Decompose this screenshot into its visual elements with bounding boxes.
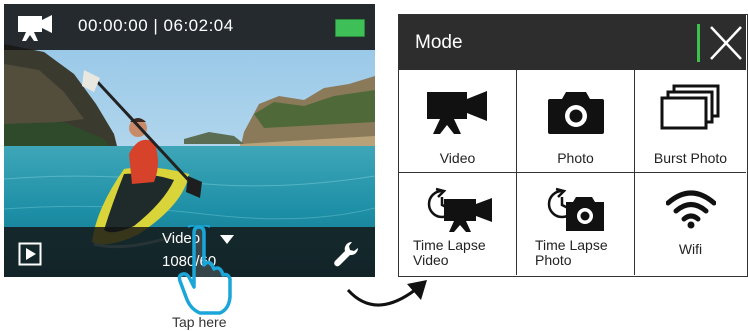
mode-option-time-lapse-video[interactable]: Time Lapse Video	[399, 173, 517, 275]
mode-option-photo[interactable]: Photo	[517, 70, 635, 173]
battery-icon	[335, 19, 365, 37]
time-lapse-video-icon	[427, 187, 492, 232]
video-camera-icon	[426, 91, 487, 134]
header-divider	[697, 24, 700, 62]
time-lapse-photo-icon	[547, 187, 604, 231]
tap-hand-icon	[177, 225, 232, 315]
mode-option-label: Photo	[557, 150, 594, 166]
mode-option-label: Video	[439, 150, 476, 166]
video-mode-icon	[18, 15, 52, 41]
menu-title: Mode	[415, 32, 463, 53]
mode-option-label: Time Lapse Video	[413, 237, 486, 268]
photo-camera-icon	[547, 92, 604, 134]
mode-menu: Mode Video Photo Burst Photo Time Lapse …	[398, 14, 748, 277]
mode-grid: Video Photo Burst Photo Time Lapse Video…	[399, 70, 746, 275]
mode-option-label: Burst Photo	[653, 150, 728, 166]
close-button[interactable]	[705, 23, 745, 63]
menu-header: Mode	[399, 15, 746, 70]
burst-photo-icon	[660, 84, 719, 130]
playback-button[interactable]	[18, 242, 42, 266]
tap-here-label: Tap here	[172, 314, 227, 330]
mode-option-label: Wifi	[678, 241, 703, 257]
mode-option-burst-photo[interactable]: Burst Photo	[635, 70, 746, 173]
mode-option-video[interactable]: Video	[399, 70, 517, 173]
wifi-icon	[665, 190, 716, 229]
recording-timecode: 00:00:00 | 06:02:04	[78, 16, 234, 35]
mode-option-wifi[interactable]: Wifi	[635, 173, 746, 275]
mode-option-time-lapse-photo[interactable]: Time Lapse Photo	[517, 173, 635, 275]
wrench-icon[interactable]	[332, 240, 360, 268]
curved-arrow-icon	[346, 280, 427, 307]
mode-option-label: Time Lapse Photo	[535, 237, 608, 268]
